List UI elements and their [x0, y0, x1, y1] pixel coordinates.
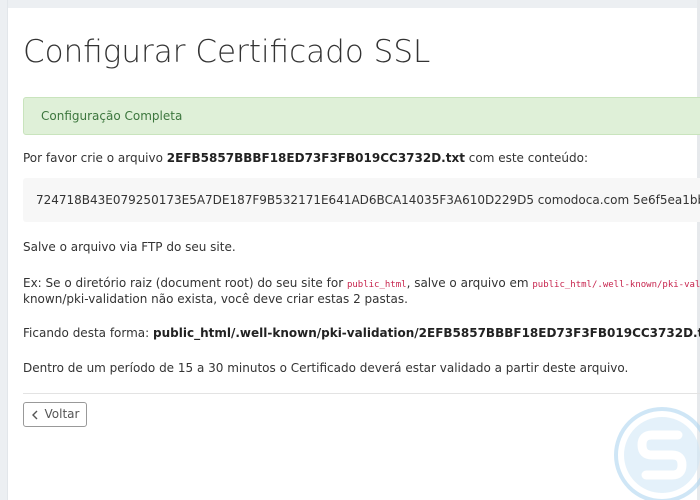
intro-suffix: com este conteúdo:: [464, 151, 588, 165]
back-button[interactable]: Voltar: [23, 402, 87, 427]
code-public-html: public_html: [346, 280, 407, 290]
brand-s-logo-icon: [612, 405, 700, 500]
final-path: public_html/.well-known/pki-validation/2…: [153, 326, 700, 340]
create-file-instruction: Por favor crie o arquivo 2EFB5857BBBF18E…: [23, 150, 588, 166]
file-content-text: 724718B43E079250173E5A7DE187F9B532171E64…: [36, 193, 700, 207]
page: Configurar Certificado SSL Configuração …: [0, 0, 700, 500]
example-line-2: known/pki-validation não exista, você de…: [23, 292, 408, 306]
code-pki-validation-path: public_html/.well-known/pki-validation/: [532, 280, 700, 290]
success-alert: Configuração Completa: [23, 97, 700, 135]
left-edge: [0, 0, 8, 500]
save-via-ftp-text: Salve o arquivo via FTP do seu site.: [23, 240, 236, 254]
final-path-line: Ficando desta forma: public_html/.well-k…: [23, 325, 700, 341]
page-title: Configurar Certificado SSL: [23, 34, 431, 70]
example-middle: , salve o arquivo em: [406, 276, 533, 290]
intro-prefix: Por favor crie o arquivo: [23, 151, 167, 165]
chevron-left-icon: [31, 410, 39, 420]
example-prefix: Ex: Se o diretório raiz (document root) …: [23, 276, 347, 290]
final-path-prefix: Ficando desta forma:: [23, 326, 154, 340]
back-button-label: Voltar: [44, 407, 80, 421]
top-edge: [0, 0, 700, 8]
validation-filename: 2EFB5857BBBF18ED73F3FB019CC3732D.txt: [166, 151, 465, 165]
validation-note: Dentro de um período de 15 a 30 minutos …: [23, 361, 629, 375]
file-content-box: 724718B43E079250173E5A7DE187F9B532171E64…: [23, 178, 700, 222]
divider: [23, 393, 700, 394]
